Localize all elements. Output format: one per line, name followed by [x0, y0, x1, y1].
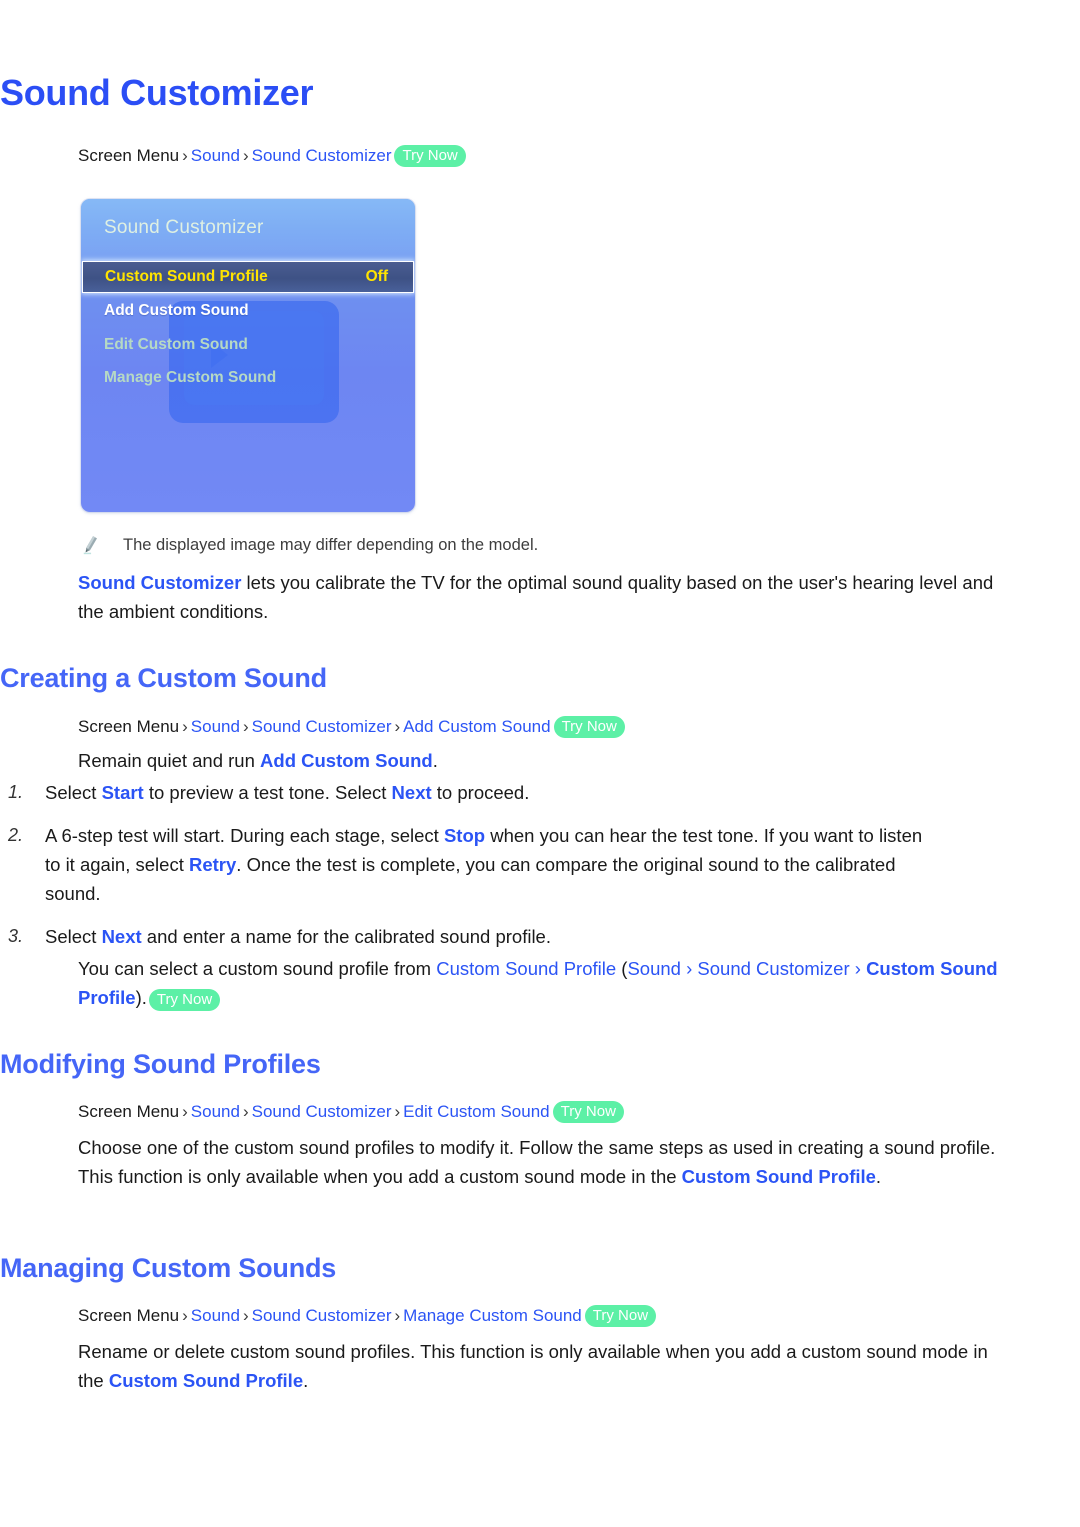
breadcrumb-root: Screen Menu: [78, 717, 180, 736]
separator: ›: [680, 958, 698, 979]
heading-creating-custom-sound: Creating a Custom Sound: [0, 663, 327, 693]
link-custom-sound-profile[interactable]: Custom Sound Profile: [436, 958, 616, 979]
breadcrumb-separator: ›: [242, 717, 249, 736]
list-item-text: A 6-step test will start. During each st…: [45, 825, 923, 904]
list-item: 3. Select Next and enter a name for the …: [0, 922, 940, 951]
tv-menu-row-manage-custom-sound: Manage Custom Sound: [104, 369, 277, 386]
link-retry[interactable]: Retry: [189, 854, 236, 875]
breadcrumb-root: Screen Menu: [78, 146, 180, 165]
list-item: 1. Select Start to preview a test tone. …: [0, 778, 940, 807]
breadcrumb-root: Screen Menu: [78, 1306, 180, 1325]
breadcrumb-separator: ›: [182, 717, 188, 736]
intro-paragraph: Sound Customizer lets you calibrate the …: [78, 568, 1018, 626]
breadcrumb-modifying: Screen Menu › Sound › Sound Customizer › Edit …: [78, 1100, 624, 1124]
heading-modifying-sound-profiles: Modifying Sound Profiles: [0, 1049, 321, 1079]
list-item: 2. A 6-step test will start. During each…: [0, 821, 940, 908]
pencil-icon: [83, 536, 97, 555]
breadcrumb-separator: ›: [242, 146, 249, 165]
paren-open: (: [616, 958, 628, 979]
list-item-number: 3.: [8, 926, 24, 946]
breadcrumb-item-manage-custom-sound[interactable]: Manage Custom Sound: [403, 1306, 582, 1325]
breadcrumb-creating: Screen Menu › Sound › Sound Customizer › Add C…: [78, 715, 625, 739]
breadcrumb-separator: ›: [242, 1306, 249, 1325]
list-item-number: 1.: [8, 782, 24, 802]
note-text: The displayed image may differ depending…: [123, 536, 539, 554]
heading-managing-custom-sounds: Managing Custom Sounds: [0, 1253, 337, 1283]
creating-closing-paragraph: You can select a custom sound profile fr…: [78, 954, 1018, 1012]
link-sound[interactable]: Sound: [627, 958, 681, 979]
breadcrumb-item-sound[interactable]: Sound: [191, 717, 240, 736]
list-item-number: 2.: [8, 825, 24, 845]
link-sound-customizer[interactable]: Sound Customizer: [697, 958, 849, 979]
page-title: Sound Customizer: [0, 72, 314, 113]
tv-watermark-screen-inner: [184, 311, 324, 405]
modifying-after: .: [875, 1166, 882, 1187]
link-next[interactable]: Next: [392, 782, 432, 803]
creating-lead-after: .: [432, 750, 438, 771]
breadcrumb-separator: ›: [182, 1102, 188, 1121]
tv-menu-row-label: Custom Sound Profile: [105, 268, 268, 285]
tv-menu-row-edit-custom-sound: Edit Custom Sound: [104, 336, 248, 353]
tv-menu-row-value: Off: [365, 268, 388, 285]
separator: ›: [849, 958, 867, 979]
closing-before: You can select a custom sound profile fr…: [78, 958, 437, 979]
breadcrumb-separator: ›: [394, 1306, 401, 1325]
breadcrumb-separator: ›: [394, 717, 401, 736]
document-page: Sound Customizer Screen Menu › Sound › Sound…: [0, 0, 1080, 1527]
try-now-badge[interactable]: Try Now: [552, 1101, 624, 1123]
tv-menu-screenshot: Sound Customizer Custom Sound Profile Of…: [81, 199, 415, 512]
managing-paragraph: Rename or delete custom sound profiles. …: [78, 1337, 1018, 1395]
try-now-badge[interactable]: Try Now: [584, 1305, 657, 1327]
try-now-badge[interactable]: Try Now: [148, 989, 221, 1011]
creating-steps-list: 1. Select Start to preview a test tone. …: [0, 778, 940, 965]
link-next[interactable]: Next: [102, 926, 142, 947]
tv-menu-row-custom-sound-profile[interactable]: Custom Sound Profile Off: [82, 261, 414, 293]
link-custom-sound-profile[interactable]: Custom Sound Profile: [109, 1370, 303, 1391]
link-custom-sound-profile[interactable]: Custom Sound Profile: [682, 1166, 876, 1187]
try-now-badge[interactable]: Try Now: [553, 716, 625, 738]
link-stop[interactable]: Stop: [444, 825, 485, 846]
modifying-paragraph: Choose one of the custom sound profiles …: [78, 1133, 1018, 1191]
breadcrumb-separator: ›: [394, 1102, 401, 1121]
breadcrumb-root: Screen Menu: [78, 1102, 180, 1121]
breadcrumb-item-sound-customizer[interactable]: Sound Customizer: [252, 1102, 392, 1121]
breadcrumb-item-sound[interactable]: Sound: [191, 1102, 240, 1121]
breadcrumb-item-sound-customizer[interactable]: Sound Customizer: [252, 1306, 392, 1325]
link-start[interactable]: Start: [102, 782, 144, 803]
breadcrumb-item-edit-custom-sound[interactable]: Edit Custom Sound: [403, 1102, 549, 1121]
breadcrumb-item-add-custom-sound[interactable]: Add Custom Sound: [403, 717, 550, 736]
managing-after: .: [303, 1370, 309, 1391]
creating-lead-before: Remain quiet and run: [78, 750, 261, 771]
link-sound-customizer[interactable]: Sound Customizer: [78, 572, 241, 593]
breadcrumb-item-sound[interactable]: Sound: [191, 1306, 240, 1325]
list-item-text: Select Next and enter a name for the cal…: [45, 926, 551, 947]
link-add-custom-sound[interactable]: Add Custom Sound: [260, 750, 433, 771]
creating-lead-paragraph: Remain quiet and run Add Custom Sound.: [78, 746, 1018, 775]
breadcrumb-main: Screen Menu › Sound › Sound Customizer Try No…: [78, 144, 466, 168]
list-item-text: Select Start to preview a test tone. Sel…: [45, 782, 530, 803]
breadcrumb-item-sound-customizer[interactable]: Sound Customizer: [252, 146, 392, 165]
tv-menu-row-add-custom-sound[interactable]: Add Custom Sound: [104, 302, 249, 320]
breadcrumb-separator: ›: [242, 1102, 249, 1121]
breadcrumb-separator: ›: [182, 1306, 188, 1325]
breadcrumb-separator: ›: [182, 146, 188, 165]
paren-close: ).: [135, 987, 147, 1008]
breadcrumb-managing: Screen Menu › Sound › Sound Customizer › Manag…: [78, 1304, 657, 1328]
try-now-badge[interactable]: Try Now: [394, 145, 466, 167]
breadcrumb-item-sound-customizer[interactable]: Sound Customizer: [252, 717, 392, 736]
tv-menu-title: Sound Customizer: [104, 217, 264, 238]
breadcrumb-item-sound[interactable]: Sound: [191, 146, 240, 165]
